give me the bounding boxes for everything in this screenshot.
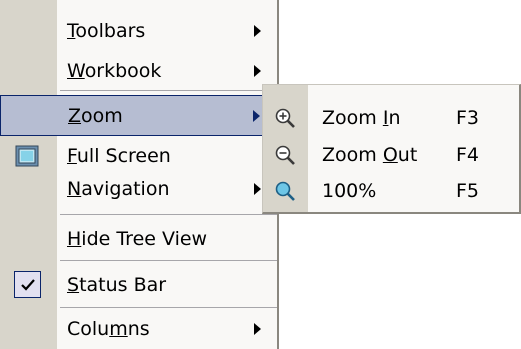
- menu-item-label: Zoom Out: [322, 143, 418, 166]
- menu-item-zoom-out[interactable]: Zoom Out F4: [263, 136, 519, 173]
- menu-item-label: Toolbars: [67, 19, 146, 42]
- submenu-arrow-icon: [254, 322, 261, 335]
- menu-item-label: Navigation: [67, 177, 170, 200]
- view-menu: Toolbars Workbook Zoom Full Screen Navig…: [0, 0, 279, 349]
- zoom-in-icon: [272, 105, 298, 131]
- menu-item-label: Zoom In: [322, 106, 401, 129]
- submenu-arrow-icon: [254, 182, 261, 195]
- check-icon: [14, 271, 41, 298]
- zoom-out-icon: [272, 142, 298, 168]
- submenu-arrow-icon: [254, 24, 261, 37]
- menu-separator: [60, 260, 277, 261]
- shortcut-label: F4: [456, 143, 480, 166]
- menu-item-zoom-100[interactable]: 100% F5: [263, 172, 519, 209]
- menu-item-label: 100%: [322, 179, 377, 202]
- zoom-100-icon: [272, 178, 298, 204]
- menu-item-status-bar[interactable]: Status Bar: [0, 264, 277, 305]
- zoom-submenu: Zoom In F3 Zoom Out F4 100% F5: [262, 84, 521, 214]
- menu-item-label: Status Bar: [67, 273, 167, 296]
- menu-item-label: Zoom: [68, 104, 123, 127]
- menu-item-hide-tree-view[interactable]: Hide Tree View: [0, 218, 277, 259]
- menu-item-label: Full Screen: [67, 144, 171, 167]
- full-screen-icon: [14, 143, 40, 169]
- shortcut-label: F3: [456, 106, 480, 129]
- submenu-arrow-icon: [253, 109, 260, 122]
- menu-item-columns[interactable]: Columns: [0, 308, 277, 349]
- menu-item-zoom[interactable]: Zoom: [0, 95, 277, 136]
- menu-item-label: Hide Tree View: [67, 227, 208, 250]
- submenu-arrow-icon: [254, 64, 261, 77]
- shortcut-label: F5: [456, 179, 480, 202]
- menu-item-workbook[interactable]: Workbook: [0, 50, 277, 91]
- menu-item-navigation[interactable]: Navigation: [0, 168, 277, 209]
- menu-item-label: Workbook: [67, 59, 162, 82]
- menu-item-toolbars[interactable]: Toolbars: [0, 10, 277, 51]
- menu-item-zoom-in[interactable]: Zoom In F3: [263, 99, 519, 136]
- menu-item-label: Columns: [67, 317, 150, 340]
- menu-separator: [60, 214, 277, 215]
- menu-separator: [60, 90, 277, 91]
